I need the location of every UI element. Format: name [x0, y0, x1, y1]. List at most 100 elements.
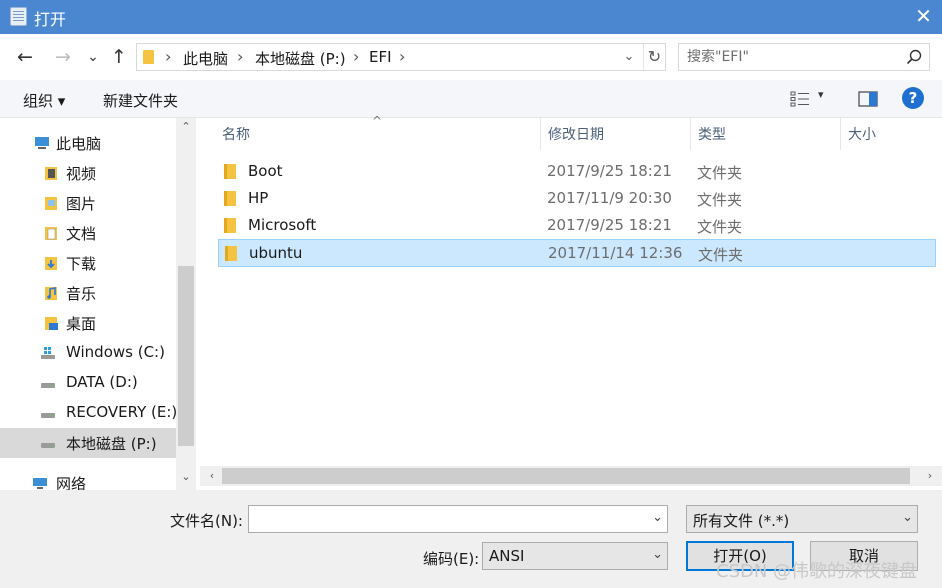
column-header-name[interactable]: 名称: [222, 124, 250, 144]
sidebar-item-label: RECOVERY (E:): [66, 403, 178, 421]
sidebar-item-label: 下载: [66, 255, 97, 273]
file-row[interactable]: HP 2017/11/9 20:30 文件夹: [218, 185, 936, 213]
sidebar-item-data-d[interactable]: DATA (D:): [0, 368, 176, 398]
column-divider[interactable]: [540, 118, 541, 150]
file-name: ubuntu: [249, 244, 303, 262]
folder-icon: [225, 246, 237, 261]
sidebar-item-label: 文档: [66, 225, 97, 243]
sidebar-item-label: 视频: [66, 165, 97, 183]
organize-button[interactable]: 组织 ▾: [23, 90, 65, 111]
breadcrumb-separator[interactable]: ›: [237, 47, 243, 66]
help-icon[interactable]: ?: [902, 87, 924, 109]
windows-drive-icon: [41, 347, 55, 359]
breadcrumb-local-disk-p[interactable]: 本地磁盘 (P:): [255, 48, 346, 69]
folder-icon: [224, 218, 236, 233]
drive-icon: [41, 443, 55, 448]
file-row-selected[interactable]: ubuntu 2017/11/14 12:36 文件夹: [218, 239, 936, 267]
encoding-select[interactable]: ANSI ⌄: [482, 542, 668, 570]
refresh-button[interactable]: ↻: [643, 44, 665, 70]
search-icon[interactable]: [905, 48, 923, 66]
sidebar-item-label: 本地磁盘 (P:): [66, 435, 157, 453]
column-header-size[interactable]: 大小: [848, 124, 876, 144]
search-input[interactable]: [687, 47, 897, 67]
folder-icon: [224, 164, 236, 179]
file-list-horizontal-scrollbar[interactable]: ‹ ›: [200, 466, 942, 486]
column-header-date-modified[interactable]: 修改日期: [548, 124, 604, 144]
file-name: Boot: [248, 162, 283, 180]
address-row: ← → ⌄ ↑ › 此电脑 › 本地磁盘 (P:) › EFI › ⌄ ↻: [0, 34, 942, 80]
up-button[interactable]: ↑: [106, 44, 132, 70]
navigation-pane: 此电脑 视频 图片 文档 下载 音乐 桌面 Windows (C:) DATA …: [0, 118, 196, 490]
title-bar: 打开 ✕: [0, 0, 942, 34]
sidebar-item-this-pc[interactable]: 此电脑: [0, 128, 176, 158]
scroll-left-icon[interactable]: ‹: [202, 466, 222, 486]
folder-icon: [143, 50, 154, 64]
sort-ascending-icon: ^: [372, 114, 383, 128]
sidebar-item-label: 音乐: [66, 285, 97, 303]
desktop-folder-icon: [45, 317, 58, 330]
scroll-right-icon[interactable]: ›: [920, 466, 940, 486]
sidebar-item-documents[interactable]: 文档: [0, 218, 176, 248]
forward-button[interactable]: →: [50, 44, 76, 70]
column-divider[interactable]: [840, 118, 841, 150]
computer-icon: [35, 137, 49, 149]
column-header-type[interactable]: 类型: [698, 124, 726, 144]
file-date-modified: 2017/9/25 18:21: [547, 216, 672, 234]
chevron-down-icon[interactable]: ⌄: [652, 510, 663, 525]
breadcrumb-separator: ›: [165, 47, 172, 66]
sidebar-item-desktop[interactable]: 桌面: [0, 308, 176, 338]
search-box[interactable]: [678, 43, 930, 71]
downloads-folder-icon: [45, 257, 57, 270]
chevron-down-icon[interactable]: ⌄: [652, 547, 663, 562]
breadcrumb-efi[interactable]: EFI: [369, 48, 392, 66]
drive-icon: [41, 413, 55, 418]
breadcrumb-separator[interactable]: ›: [353, 47, 359, 66]
sidebar-item-label: 此电脑: [56, 135, 102, 153]
recent-locations-button[interactable]: ⌄: [80, 44, 106, 70]
drive-icon: [41, 383, 55, 388]
sidebar-item-label: 网络: [56, 475, 87, 490]
sidebar-item-downloads[interactable]: 下载: [0, 248, 176, 278]
sidebar-item-windows-c[interactable]: Windows (C:): [0, 338, 176, 368]
chevron-down-icon[interactable]: ⌄: [902, 510, 913, 525]
sidebar-item-label: 图片: [66, 195, 97, 213]
filename-combobox[interactable]: ⌄: [248, 505, 668, 533]
sidebar-item-recovery-e[interactable]: RECOVERY (E:): [0, 398, 178, 428]
view-dropdown-button[interactable]: ▾: [818, 88, 824, 101]
sidebar-item-music[interactable]: 音乐: [0, 278, 176, 308]
back-button[interactable]: ←: [12, 44, 38, 70]
column-divider[interactable]: [690, 118, 691, 150]
close-button[interactable]: ✕: [905, 0, 942, 34]
sidebar-item-videos[interactable]: 视频: [0, 158, 176, 188]
folder-icon: [224, 191, 236, 206]
navigation-scrollbar-thumb[interactable]: [178, 266, 194, 446]
file-type: 文件夹: [697, 164, 743, 182]
sidebar-item-pictures[interactable]: 图片: [0, 188, 176, 218]
file-date-modified: 2017/9/25 18:21: [547, 162, 672, 180]
preview-pane-icon[interactable]: [858, 91, 878, 107]
filetype-select[interactable]: 所有文件 (*.*) ⌄: [686, 505, 918, 533]
network-icon: [33, 478, 47, 489]
video-folder-icon: [45, 167, 57, 180]
scroll-down-icon[interactable]: ⌄: [176, 470, 196, 483]
file-type: 文件夹: [697, 218, 743, 236]
file-type: 文件夹: [698, 246, 744, 264]
file-type: 文件夹: [697, 191, 743, 209]
breadcrumb-separator[interactable]: ›: [399, 47, 405, 66]
encoding-label: 编码(E):: [423, 550, 480, 568]
file-name: Microsoft: [248, 216, 317, 234]
address-bar[interactable]: › 此电脑 › 本地磁盘 (P:) › EFI › ⌄ ↻: [136, 43, 666, 71]
scroll-up-icon[interactable]: ⌃: [176, 120, 196, 133]
breadcrumb-this-pc[interactable]: 此电脑: [183, 48, 228, 69]
filename-label: 文件名(N):: [170, 512, 243, 530]
address-history-dropdown[interactable]: ⌄: [619, 47, 639, 67]
horizontal-scrollbar-thumb[interactable]: [222, 468, 910, 484]
pictures-folder-icon: [45, 197, 57, 210]
view-options-icon[interactable]: [790, 91, 810, 107]
file-row[interactable]: Boot 2017/9/25 18:21 文件夹: [218, 158, 936, 186]
sidebar-item-local-disk-p[interactable]: 本地磁盘 (P:): [0, 428, 176, 458]
file-row[interactable]: Microsoft 2017/9/25 18:21 文件夹: [218, 212, 936, 240]
sidebar-item-label: DATA (D:): [66, 373, 138, 391]
new-folder-button[interactable]: 新建文件夹: [103, 90, 178, 111]
sidebar-item-network[interactable]: 网络: [0, 468, 176, 490]
